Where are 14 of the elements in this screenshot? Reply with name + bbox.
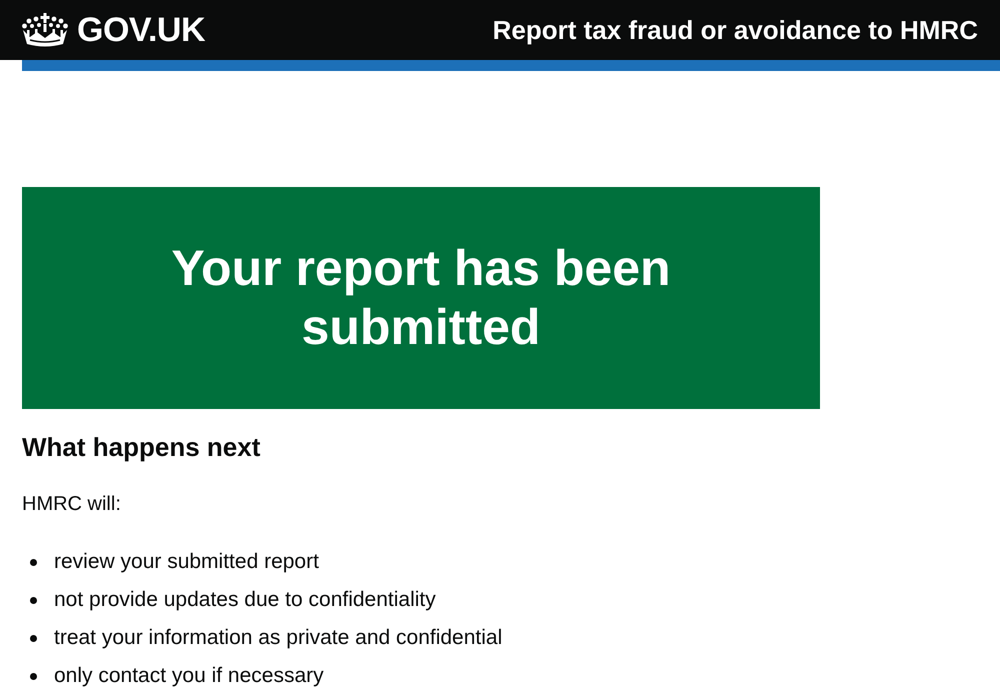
crown-icon (22, 13, 68, 47)
bullet-icon (30, 672, 37, 680)
section-heading: What happens next (22, 431, 262, 464)
list-item-text: only contact you if necessary (54, 663, 324, 689)
gov-uk-logo-link[interactable]: GOV.UK (22, 10, 206, 50)
list-item-text: treat your information as private and confidential (54, 625, 502, 651)
bullet-icon (30, 558, 37, 566)
list-item-text: not provide updates due to confidentiality (54, 587, 436, 613)
bullet-icon (30, 634, 37, 642)
intro-text: HMRC will: (22, 492, 122, 517)
bullet-icon (30, 596, 37, 604)
confirmation-title: Your report has been submitted (170, 239, 672, 357)
list-item-text: review your submitted report (54, 549, 319, 575)
service-name-link[interactable]: Report tax fraud or avoidance to HMRC (492, 14, 978, 46)
